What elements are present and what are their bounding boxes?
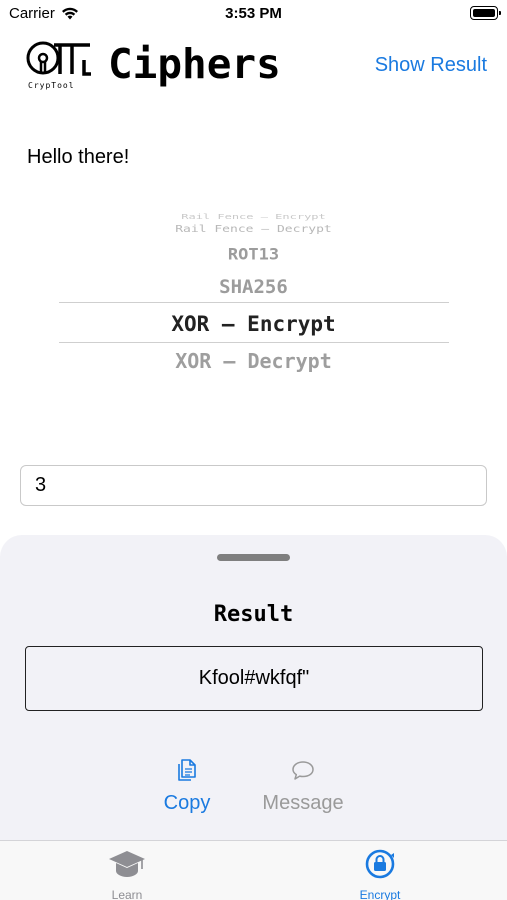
cipher-picker[interactable]: Rail Fence – Encrypt Rail Fence – Decryp…	[0, 205, 507, 380]
result-output: Kfool#wkfqf"	[25, 646, 483, 711]
message-label: Message	[262, 792, 344, 814]
key-input[interactable]: 3	[20, 465, 487, 506]
tab-learn[interactable]: Learn	[67, 847, 187, 900]
result-sheet: Result Kfool#wkfqf" Copy Message	[0, 535, 507, 840]
header: CrypTool Ciphers Show Result	[0, 34, 507, 96]
tab-learn-label: Learn	[111, 888, 143, 900]
result-title: Result	[213, 602, 294, 627]
page-title: Ciphers	[108, 40, 281, 88]
picker-row[interactable]: ROT13	[0, 246, 507, 264]
picker-selection-bottom-divider	[59, 342, 449, 343]
message-button[interactable]: Message	[248, 757, 358, 815]
status-time: 3:53 PM	[225, 5, 282, 22]
copy-icon	[178, 759, 196, 781]
copy-button[interactable]: Copy	[132, 757, 242, 815]
graduation-cap-icon	[109, 851, 145, 877]
picker-row-selected[interactable]: XOR – Encrypt	[0, 312, 507, 336]
battery-icon	[470, 6, 501, 20]
picker-row[interactable]: SHA256	[0, 276, 507, 298]
encrypt-lock-icon	[365, 849, 395, 879]
logo-caption: CrypTool	[28, 81, 75, 90]
picker-row[interactable]: Rail Fence – Decrypt	[0, 224, 507, 235]
status-bar: Carrier 3:53 PM	[0, 0, 507, 28]
message-icon	[292, 761, 314, 780]
tab-bar: Learn Encrypt	[0, 840, 507, 900]
plaintext-input[interactable]: Hello there!	[27, 146, 129, 169]
picker-selection-top-divider	[59, 302, 449, 303]
picker-row[interactable]: Rail Fence – Encrypt	[0, 213, 507, 221]
picker-row[interactable]: XOR – Decrypt	[0, 349, 507, 373]
show-result-button[interactable]: Show Result	[375, 54, 487, 77]
copy-label: Copy	[163, 792, 211, 814]
tab-encrypt[interactable]: Encrypt	[320, 847, 440, 900]
tab-encrypt-label: Encrypt	[359, 888, 401, 900]
sheet-grabber[interactable]	[217, 554, 290, 561]
